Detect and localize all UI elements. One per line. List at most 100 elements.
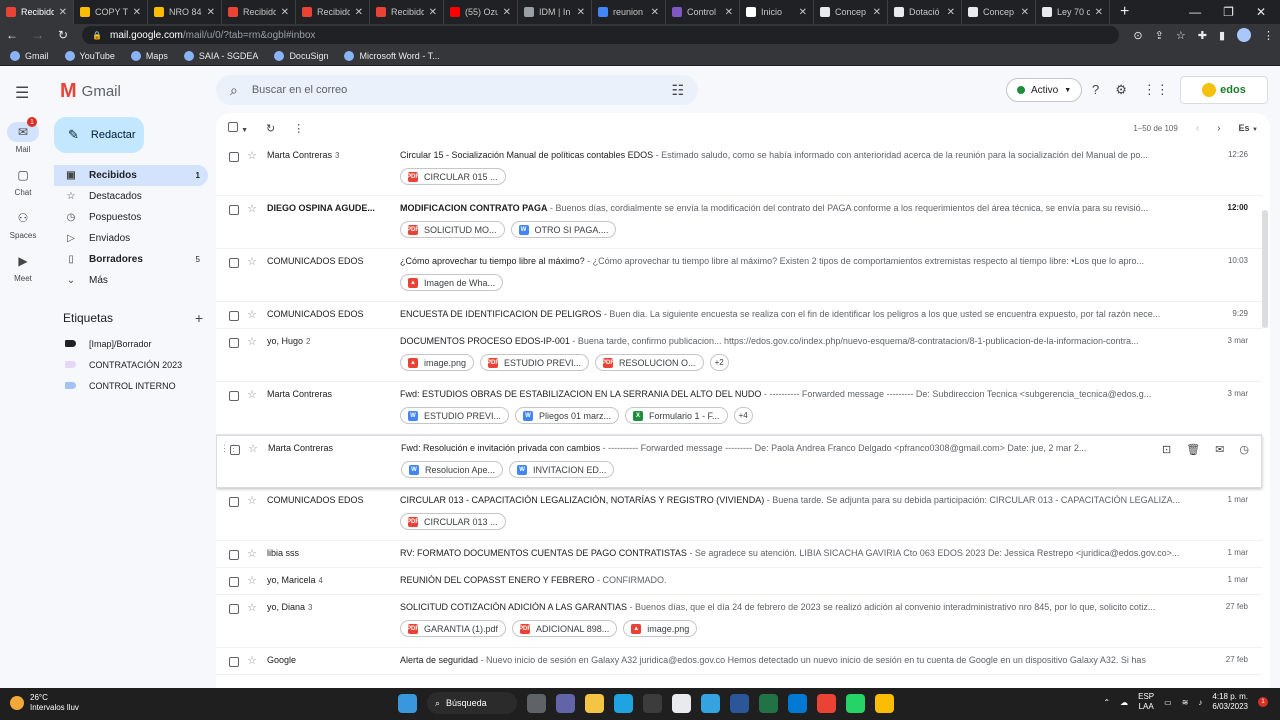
bookmark-item[interactable]: Microsoft Word - T... <box>344 50 440 61</box>
rail-item-chat[interactable]: ▢ Chat <box>0 165 46 197</box>
input-language-selector[interactable]: Es ▼ <box>1239 123 1258 134</box>
row-checkbox[interactable] <box>229 258 239 268</box>
star-icon[interactable]: ☆ <box>247 601 257 614</box>
threads-icon[interactable] <box>672 693 691 713</box>
attachment-chip[interactable]: ▲ image.png <box>400 354 475 371</box>
tab-close-icon[interactable]: ✕ <box>725 7 733 18</box>
whatsapp-icon[interactable] <box>846 693 865 713</box>
next-page-icon[interactable]: › <box>1217 123 1220 134</box>
row-checkbox[interactable] <box>229 205 239 215</box>
sidepanel-icon[interactable]: ▮ <box>1219 29 1225 42</box>
browser-tab[interactable]: COPY TE ✕ <box>74 0 148 24</box>
browser-menu-icon[interactable]: ⋮ <box>1263 29 1274 42</box>
email-row[interactable]: ☆ libia sss RV: FORMATO DOCUMENTOS CUENTAS… <box>216 541 1262 568</box>
attachment-chip[interactable]: PDF CIRCULAR 015 ... <box>400 168 506 185</box>
attachment-chip[interactable]: PDF SOLICITUD MO... <box>400 221 505 238</box>
outlook-icon[interactable] <box>788 693 807 713</box>
browser-tab[interactable]: Recibido ✕ <box>296 0 370 24</box>
browser-tab[interactable]: IDM | In ✕ <box>518 0 592 24</box>
search-icon[interactable]: ⌕ <box>230 82 238 99</box>
browser-tab[interactable]: reunion ✕ <box>592 0 666 24</box>
tray-chevron-icon[interactable]: ⌃ <box>1103 698 1110 707</box>
browser-tab[interactable]: Ley 70 c ✕ <box>1036 0 1110 24</box>
star-icon[interactable]: ☆ <box>247 308 257 321</box>
row-checkbox[interactable] <box>229 152 239 162</box>
tab-close-icon[interactable]: ✕ <box>947 7 955 18</box>
bookmark-item[interactable]: Gmail <box>10 50 49 61</box>
attachment-chip[interactable]: W ESTUDIO PREVI... <box>400 407 510 424</box>
compose-button[interactable]: ✎ Redactar <box>54 117 144 153</box>
bookmark-item[interactable]: SAIA - SGDEA <box>183 50 258 61</box>
teams-icon[interactable] <box>556 693 575 713</box>
share-icon[interactable]: ⇪ <box>1155 29 1164 42</box>
email-row[interactable]: ☆ COMUNICADOS EDOS ENCUESTA DE IDENTIFICAC… <box>216 302 1262 329</box>
browser-tab[interactable]: (55) Ozu ✕ <box>444 0 518 24</box>
label-item[interactable]: CONTRATACIÓN 2023 <box>54 354 208 375</box>
volume-icon[interactable]: ♪ <box>1198 698 1202 707</box>
cloud-icon[interactable]: ☁ <box>1120 698 1128 707</box>
browser-tab[interactable]: Dotació ✕ <box>888 0 962 24</box>
email-row[interactable]: ☆ yo, Diana 3 SOLICITUD COTIZACIÓN ADICIÓN … <box>216 595 1262 648</box>
url-field[interactable]: 🔒 mail.google.com/mail/u/0/?tab=rm&ogbl#… <box>82 26 1120 44</box>
row-checkbox[interactable] <box>229 338 239 348</box>
attachment-chip[interactable]: PDF RESOLUCION O... <box>595 354 704 371</box>
chrome-alt-icon[interactable] <box>875 693 894 713</box>
attachment-chip[interactable]: ▲ Imagen de Wha... <box>400 274 504 291</box>
nav-item-destacados[interactable]: ☆ Destacados <box>54 186 208 207</box>
email-row[interactable]: ☆ DIEGO OSPINA AGUDE... MODIFICACION CONTR… <box>216 196 1262 249</box>
tab-close-icon[interactable]: ✕ <box>133 7 141 18</box>
gmail-logo[interactable]: M Gmail <box>60 80 121 103</box>
back-icon[interactable]: ← <box>6 28 18 42</box>
input-language[interactable]: ESP LAA <box>1138 692 1154 712</box>
reload-icon[interactable]: ↻ <box>58 28 68 42</box>
new-tab-icon[interactable]: + <box>1110 3 1139 21</box>
mark-unread-icon[interactable]: ✉ <box>1215 443 1224 456</box>
row-checkbox[interactable] <box>229 550 239 560</box>
snooze-icon[interactable]: ◷ <box>1239 443 1249 456</box>
scrollbar[interactable] <box>1262 210 1268 328</box>
attachment-chip[interactable]: X Formulario 1 - F... <box>625 407 728 424</box>
add-label-icon[interactable]: + <box>195 310 203 326</box>
star-icon[interactable]: ☆ <box>247 547 257 560</box>
label-item[interactable]: [Imap]/Borrador <box>54 333 208 354</box>
settings-gear-icon[interactable]: ⚙ <box>1115 82 1127 98</box>
nav-item-recibidos[interactable]: ▣ Recibidos 1 <box>54 165 208 186</box>
browser-tab[interactable]: Recibido ✕ <box>0 0 74 24</box>
row-checkbox[interactable] <box>229 657 239 667</box>
tab-close-icon[interactable]: ✕ <box>873 7 881 18</box>
browser-tab[interactable]: Recibido ✕ <box>222 0 296 24</box>
wifi-icon[interactable]: ≋ <box>1182 698 1189 707</box>
main-menu-icon[interactable]: ☰ <box>15 83 29 103</box>
rail-item-spaces[interactable]: ⚇ Spaces <box>0 208 46 240</box>
file-explorer-icon[interactable] <box>585 693 604 713</box>
archive-icon[interactable]: ⊡ <box>1162 443 1171 456</box>
search-bar[interactable]: ⌕ Buscar en el correo ☷ <box>216 75 698 105</box>
email-row[interactable]: ☆ Marta Contreras Fwd: ESTUDIOS OBRAS DE E… <box>216 382 1262 435</box>
help-icon[interactable]: ? <box>1092 82 1099 98</box>
more-attachments-chip[interactable]: +4 <box>733 407 753 424</box>
bookmark-star-icon[interactable]: ☆ <box>1176 29 1186 42</box>
start-icon[interactable] <box>398 693 417 713</box>
star-icon[interactable]: ☆ <box>247 574 257 587</box>
clock[interactable]: 4:18 p. m. 6/03/2023 <box>1212 692 1248 712</box>
nav-item-más[interactable]: ⌄ Más <box>54 270 208 291</box>
attachment-chip[interactable]: W OTRO SI PAGA.... <box>510 221 617 238</box>
attachment-chip[interactable]: W Resolucion Ape... <box>401 461 504 478</box>
email-row[interactable]: ☆ Marta Contreras 3 Circular 15 - Socializa… <box>216 143 1262 196</box>
organization-logo[interactable]: edos <box>1180 76 1268 104</box>
row-checkbox[interactable] <box>229 497 239 507</box>
minimize-icon[interactable]: — <box>1189 5 1201 19</box>
tab-close-icon[interactable]: ✕ <box>651 7 659 18</box>
taskbar-search[interactable]: ⌕ Búsqueda <box>427 692 517 714</box>
attachment-chip[interactable]: PDF ADICIONAL 898... <box>512 620 618 637</box>
excel-icon[interactable] <box>759 693 778 713</box>
tab-close-icon[interactable]: ✕ <box>577 7 585 18</box>
bookmark-item[interactable]: DocuSign <box>274 50 328 61</box>
browser-tab[interactable]: Control ✕ <box>666 0 740 24</box>
attachment-chip[interactable]: PDF CIRCULAR 013 ... <box>400 513 506 530</box>
chrome-icon[interactable] <box>817 693 836 713</box>
star-icon[interactable]: ☆ <box>247 255 257 268</box>
tab-close-icon[interactable]: ✕ <box>1021 7 1029 18</box>
attachment-chip[interactable]: W INVITACION ED... <box>509 461 615 478</box>
task-view-icon[interactable] <box>527 693 546 713</box>
